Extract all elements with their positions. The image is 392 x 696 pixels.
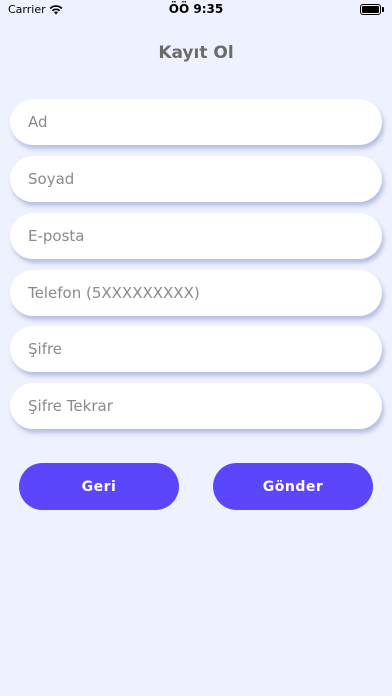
first-name-input[interactable] xyxy=(10,99,382,145)
password-confirm-field[interactable] xyxy=(10,383,382,429)
password-input[interactable] xyxy=(10,326,382,372)
phone-field[interactable] xyxy=(10,270,382,316)
status-bar: Carrier ÖÖ 9:35 xyxy=(0,0,392,22)
email-field[interactable] xyxy=(10,213,382,259)
last-name-input[interactable] xyxy=(10,156,382,202)
phone-input[interactable] xyxy=(10,270,382,316)
last-name-field[interactable] xyxy=(10,156,382,202)
submit-button[interactable]: Gönder xyxy=(213,463,373,510)
clock: ÖÖ 9:35 xyxy=(168,2,224,16)
password-field[interactable] xyxy=(10,326,382,372)
email-input[interactable] xyxy=(10,213,382,259)
page-title: Kayıt Ol xyxy=(158,43,234,63)
back-button[interactable]: Geri xyxy=(19,463,179,510)
password-confirm-input[interactable] xyxy=(10,383,382,429)
battery-icon xyxy=(360,4,384,16)
first-name-field[interactable] xyxy=(10,99,382,145)
